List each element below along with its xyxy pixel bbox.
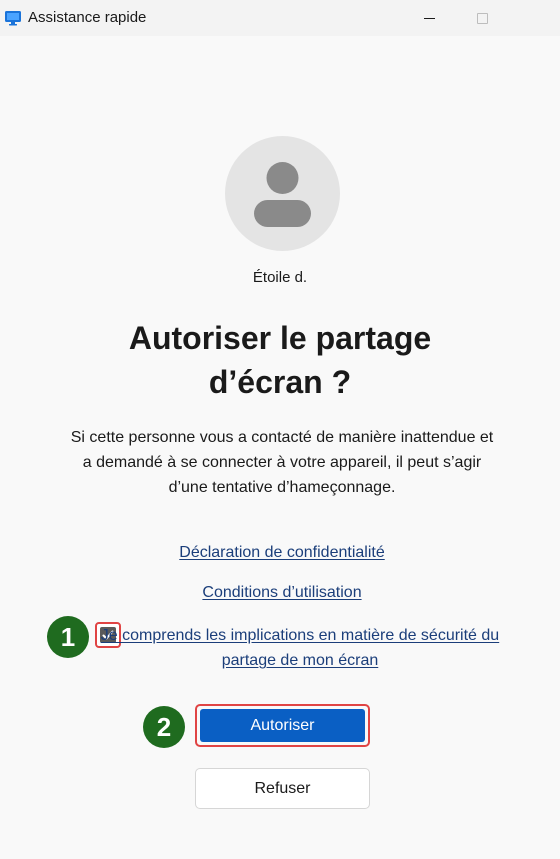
warning-description: Si cette personne vous a contacté de man…	[70, 429, 494, 496]
content-area: Étoile d. Autoriser le partage d’écran ?…	[0, 36, 560, 859]
window-title: Assistance rapide	[28, 9, 147, 26]
person-icon	[254, 162, 311, 227]
minimize-icon	[423, 17, 435, 19]
page-title: Autoriser le partage d’écran ?	[60, 316, 500, 404]
terms-of-use-link[interactable]: Conditions d’utilisation	[202, 584, 361, 601]
deny-button[interactable]: Refuser	[195, 768, 370, 809]
consent-label-link[interactable]: Je comprends les implications en matière…	[101, 627, 499, 669]
consent-row: Je comprends les implications en matière…	[100, 623, 500, 673]
title-line-1: Autoriser le partage	[128, 320, 432, 356]
quick-assist-icon	[5, 11, 21, 26]
maximize-button[interactable]	[459, 0, 505, 36]
step-badge-1: 1	[47, 616, 89, 658]
minimize-button[interactable]	[406, 0, 452, 36]
allow-button-highlight: Autoriser	[195, 704, 370, 747]
title-bar: Assistance rapide	[0, 0, 560, 36]
terms-of-use-row: Conditions d’utilisation	[0, 584, 560, 602]
avatar	[225, 136, 340, 251]
title-line-2: d’écran ?	[208, 364, 352, 400]
step-badge-2: 2	[143, 706, 185, 748]
maximize-icon	[476, 12, 488, 24]
allow-button[interactable]: Autoriser	[200, 709, 365, 742]
privacy-statement-row: Déclaration de confidentialité	[0, 544, 560, 562]
privacy-statement-link[interactable]: Déclaration de confidentialité	[179, 544, 384, 561]
requester-name: Étoile d.	[252, 269, 308, 286]
